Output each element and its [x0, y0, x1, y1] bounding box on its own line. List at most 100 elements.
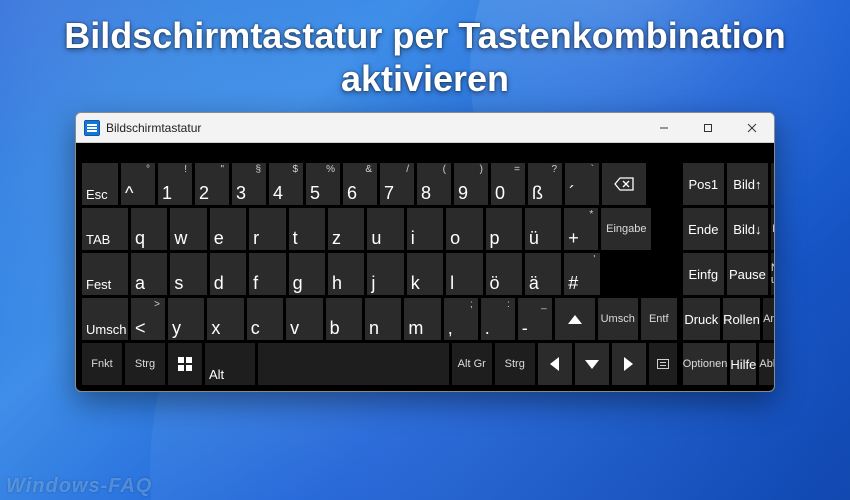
key-c[interactable]: c	[247, 298, 283, 340]
key-up[interactable]	[555, 298, 595, 340]
key-end[interactable]: Ende	[683, 208, 724, 250]
key-hash[interactable]: #'	[564, 253, 600, 295]
key-h[interactable]: h	[328, 253, 364, 295]
key-y[interactable]: y	[168, 298, 204, 340]
key-i[interactable]: i	[407, 208, 443, 250]
key-capslock[interactable]: Fest	[82, 253, 128, 295]
row-asdf: Fest a s d f g h j k l ö ä #'	[82, 253, 677, 295]
key-ctrl-left[interactable]: Strg	[125, 343, 165, 385]
key-comma[interactable]: ,;	[444, 298, 478, 340]
row-space: Fnkt Strg Alt Alt Gr Strg	[82, 343, 677, 385]
key-scroll-down[interactable]: N. unten	[771, 253, 775, 295]
key-0[interactable]: 0=	[491, 163, 525, 205]
key-a[interactable]: a	[131, 253, 167, 295]
key-enter[interactable]: Eingabe	[601, 208, 651, 250]
keyboard-surface: Esc ^° 1! 2" 3§ 4$ 5% 6& 7/ 8( 9) 0= ß? …	[76, 143, 774, 391]
key-fn[interactable]: Fnkt	[82, 343, 122, 385]
key-2[interactable]: 2"	[195, 163, 229, 205]
key-u[interactable]: u	[367, 208, 403, 250]
key-g[interactable]: g	[289, 253, 325, 295]
key-9[interactable]: 9)	[454, 163, 488, 205]
key-o[interactable]: o	[446, 208, 482, 250]
watermark: Windows-FAQ	[6, 475, 152, 498]
key-x[interactable]: x	[207, 298, 243, 340]
arrow-right-icon	[624, 357, 633, 371]
key-context-menu[interactable]	[649, 343, 677, 385]
key-help[interactable]: Hilfe	[730, 343, 756, 385]
key-e[interactable]: e	[210, 208, 246, 250]
key-r[interactable]: r	[249, 208, 285, 250]
key-windows[interactable]	[168, 343, 202, 385]
key-v[interactable]: v	[286, 298, 322, 340]
key-oe[interactable]: ö	[486, 253, 522, 295]
key-b[interactable]: b	[326, 298, 362, 340]
key-j[interactable]: j	[367, 253, 403, 295]
key-down[interactable]	[575, 343, 609, 385]
windows-icon	[178, 357, 192, 371]
key-caret[interactable]: ^°	[121, 163, 155, 205]
arrow-down-icon	[585, 360, 599, 369]
key-nav[interactable]: Nav	[771, 163, 775, 205]
key-insert[interactable]: Einfg	[683, 253, 724, 295]
key-t[interactable]: t	[289, 208, 325, 250]
key-delete[interactable]: Entf	[641, 298, 677, 340]
key-backspace[interactable]	[602, 163, 646, 205]
key-shift-left[interactable]: Umsch	[82, 298, 128, 340]
key-pos1[interactable]: Pos1	[683, 163, 724, 205]
key-print[interactable]: Druck	[683, 298, 720, 340]
key-ctrl-right[interactable]: Strg	[495, 343, 535, 385]
key-3[interactable]: 3§	[232, 163, 266, 205]
key-space[interactable]	[258, 343, 449, 385]
key-s[interactable]: s	[170, 253, 206, 295]
key-esc[interactable]: Esc	[82, 163, 118, 205]
key-ae[interactable]: ä	[525, 253, 561, 295]
headline: Bildschirmtastatur per Tastenkombination…	[0, 0, 850, 100]
backspace-icon	[614, 177, 634, 194]
key-d[interactable]: d	[210, 253, 246, 295]
key-scroll-up[interactable]: N. oben	[771, 208, 775, 250]
key-z[interactable]: z	[328, 208, 364, 250]
maximize-button[interactable]	[686, 113, 730, 143]
key-tab[interactable]: TAB	[82, 208, 128, 250]
key-right[interactable]	[612, 343, 646, 385]
key-pause[interactable]: Pause	[727, 253, 768, 295]
arrow-up-icon	[568, 315, 582, 324]
window-title: Bildschirmtastatur	[106, 121, 201, 135]
key-accent[interactable]: ´`	[565, 163, 599, 205]
key-left[interactable]	[538, 343, 572, 385]
key-k[interactable]: k	[407, 253, 443, 295]
key-alt-left[interactable]: Alt	[205, 343, 255, 385]
key-1[interactable]: 1!	[158, 163, 192, 205]
close-button[interactable]	[730, 113, 774, 143]
key-pagedown[interactable]: Bild↓	[727, 208, 768, 250]
key-options[interactable]: Optionen	[683, 343, 728, 385]
key-altgr[interactable]: Alt Gr	[452, 343, 492, 385]
key-period[interactable]: .:	[481, 298, 515, 340]
app-icon	[84, 120, 100, 136]
key-p[interactable]: p	[486, 208, 522, 250]
key-dock[interactable]: Andocken	[763, 298, 775, 340]
key-fade[interactable]: Abblenden	[759, 343, 775, 385]
key-angle[interactable]: <>	[131, 298, 165, 340]
key-pageup[interactable]: Bild↑	[727, 163, 768, 205]
key-sz[interactable]: ß?	[528, 163, 562, 205]
titlebar: Bildschirmtastatur	[76, 113, 774, 143]
key-ue[interactable]: ü	[525, 208, 561, 250]
key-q[interactable]: q	[131, 208, 167, 250]
key-scrolllock[interactable]: Rollen	[723, 298, 760, 340]
key-m[interactable]: m	[404, 298, 440, 340]
key-f[interactable]: f	[249, 253, 285, 295]
minimize-button[interactable]	[642, 113, 686, 143]
key-5[interactable]: 5%	[306, 163, 340, 205]
key-4[interactable]: 4$	[269, 163, 303, 205]
key-minus[interactable]: -_	[518, 298, 552, 340]
row-qwertz: TAB q w e r t z u i o p ü +* Eingabe	[82, 208, 677, 250]
key-l[interactable]: l	[446, 253, 482, 295]
key-w[interactable]: w	[170, 208, 206, 250]
key-7[interactable]: 7/	[380, 163, 414, 205]
key-8[interactable]: 8(	[417, 163, 451, 205]
key-n[interactable]: n	[365, 298, 401, 340]
key-6[interactable]: 6&	[343, 163, 377, 205]
key-shift-right[interactable]: Umsch	[598, 298, 638, 340]
key-plus[interactable]: +*	[564, 208, 598, 250]
